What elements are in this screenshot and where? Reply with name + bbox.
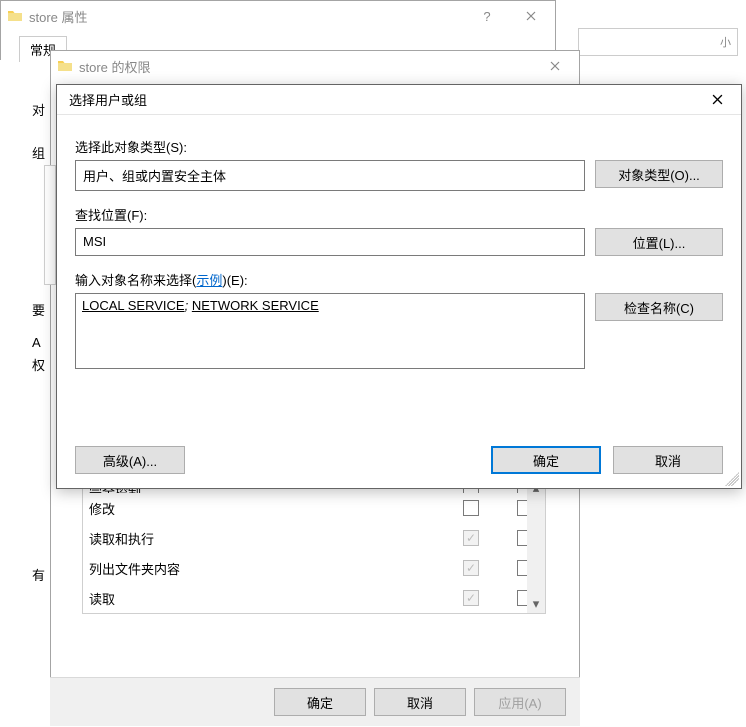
scrollbar[interactable]: ▴ ▾ bbox=[527, 479, 545, 613]
window-title: store 属性 bbox=[29, 7, 465, 26]
perm-name: 修改 bbox=[89, 499, 463, 518]
label-require: 要 bbox=[32, 300, 45, 319]
object-types-button[interactable]: 对象类型(O)... bbox=[595, 160, 723, 188]
label-object-type: 选择此对象类型(S): bbox=[75, 137, 723, 156]
folder-icon bbox=[57, 58, 73, 74]
close-button[interactable] bbox=[533, 52, 577, 80]
permissions-footer: 确定 取消 应用(A) bbox=[50, 677, 580, 726]
ok-button[interactable]: 确定 bbox=[491, 446, 601, 474]
window-title: 选择用户或组 bbox=[63, 90, 695, 109]
label-location: 查找位置(F): bbox=[75, 205, 723, 224]
select-users-body: 选择此对象类型(S): 用户、组或内置安全主体 对象类型(O)... 查找位置(… bbox=[57, 115, 741, 488]
object-type-field: 用户、组或内置安全主体 bbox=[75, 160, 585, 191]
help-button[interactable]: ? bbox=[465, 2, 509, 30]
location-field: MSI bbox=[75, 228, 585, 256]
scroll-down-icon[interactable]: ▾ bbox=[527, 595, 545, 613]
label-object: 对 bbox=[32, 100, 45, 119]
table-row: 读取和执行 ✓ bbox=[83, 523, 545, 553]
label-names-suffix: )(E): bbox=[222, 273, 247, 288]
label-group: 组 bbox=[32, 143, 45, 162]
titlebar-properties[interactable]: store 属性 ? bbox=[1, 1, 555, 31]
label-names: 输入对象名称来选择(示例)(E): bbox=[75, 270, 723, 289]
window-select-users: 选择用户或组 选择此对象类型(S): 用户、组或内置安全主体 对象类型(O)..… bbox=[56, 84, 742, 489]
close-button[interactable] bbox=[509, 2, 553, 30]
label-a: A bbox=[32, 335, 41, 350]
object-names-input[interactable]: LOCAL SERVICE; NETWORK SERVICE bbox=[75, 293, 585, 369]
resolved-name-1: LOCAL SERVICE bbox=[82, 298, 185, 313]
label-names-prefix: 输入对象名称来选择( bbox=[75, 273, 196, 288]
cancel-button[interactable]: 取消 bbox=[613, 446, 723, 474]
window-title: store 的权限 bbox=[79, 57, 533, 76]
example-link[interactable]: 示例 bbox=[196, 273, 222, 288]
label-etc: 有 bbox=[32, 565, 45, 584]
allow-checkbox[interactable]: ✓ bbox=[463, 530, 479, 546]
table-row: 修改 bbox=[83, 493, 545, 523]
allow-checkbox[interactable]: ✓ bbox=[463, 590, 479, 606]
allow-checkbox[interactable] bbox=[463, 500, 479, 516]
apply-button[interactable]: 应用(A) bbox=[474, 688, 566, 716]
titlebar-select-users[interactable]: 选择用户或组 bbox=[57, 85, 741, 115]
titlebar-permissions[interactable]: store 的权限 bbox=[51, 51, 579, 81]
folder-icon bbox=[7, 8, 23, 24]
label-perm: 权 bbox=[32, 355, 45, 374]
close-button[interactable] bbox=[695, 86, 739, 114]
group-list-fragment bbox=[44, 165, 56, 285]
stray-text: 小 bbox=[720, 34, 731, 50]
separator: ; bbox=[185, 298, 192, 313]
stray-fragment: 小 bbox=[578, 28, 738, 56]
allow-checkbox[interactable]: ✓ bbox=[463, 560, 479, 576]
perm-name: 读取 bbox=[89, 589, 463, 608]
table-row: 读取 ✓ bbox=[83, 583, 545, 613]
ok-button[interactable]: 确定 bbox=[274, 688, 366, 716]
check-names-button[interactable]: 检查名称(C) bbox=[595, 293, 723, 321]
cancel-button[interactable]: 取消 bbox=[374, 688, 466, 716]
resolved-name-2: NETWORK SERVICE bbox=[192, 298, 319, 313]
locations-button[interactable]: 位置(L)... bbox=[595, 228, 723, 256]
perm-name: 读取和执行 bbox=[89, 529, 463, 548]
table-row: 列出文件夹内容 ✓ bbox=[83, 553, 545, 583]
advanced-button[interactable]: 高级(A)... bbox=[75, 446, 185, 474]
permissions-table: 完全控制 修改 读取和执行 ✓ 列出文件夹内容 ✓ 读取 ✓ ▴ ▾ bbox=[82, 478, 546, 614]
resize-grip-icon[interactable] bbox=[725, 472, 739, 486]
perm-name: 列出文件夹内容 bbox=[89, 559, 463, 578]
